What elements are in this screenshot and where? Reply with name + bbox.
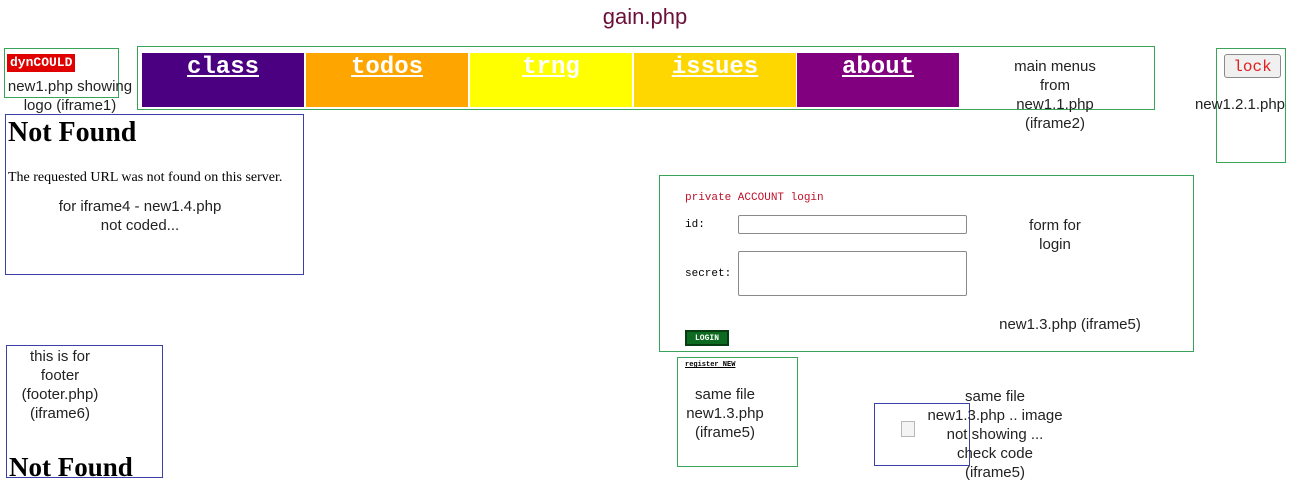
image-note-line3: not showing ... bbox=[946, 426, 1044, 443]
login-note-line1: form for bbox=[1029, 217, 1081, 234]
login-file-note: new1.3.php (iframe5) bbox=[999, 316, 1141, 333]
register-note-line3: (iframe5) bbox=[694, 424, 755, 441]
lock-button[interactable]: lock bbox=[1224, 54, 1281, 78]
notfound-message: The requested URL was not found on this … bbox=[8, 170, 283, 185]
id-input[interactable] bbox=[738, 215, 967, 234]
menu-tab-class[interactable]: class bbox=[142, 53, 304, 107]
image-note-line1: same file bbox=[964, 388, 1026, 405]
menu-tab-todos[interactable]: todos bbox=[306, 53, 468, 107]
register-link[interactable]: register NEW bbox=[685, 361, 735, 369]
logo[interactable]: dynCOULD bbox=[7, 54, 76, 72]
image-note-line2: new1.3.php .. image bbox=[927, 407, 1063, 424]
footer-notfound-heading: Not Found bbox=[9, 452, 133, 482]
menu-tab-trng[interactable]: trng bbox=[470, 53, 632, 107]
logo-note-line2: logo (iframe1) bbox=[23, 97, 117, 114]
id-label: id: bbox=[685, 219, 705, 231]
image-note-line5: (iframe5) bbox=[964, 464, 1025, 481]
menu-note-line3: new1.1.php bbox=[1016, 96, 1094, 113]
secret-label: secret: bbox=[685, 268, 732, 280]
logo-note-line1: new1.php showing bbox=[7, 78, 133, 95]
footer-note-line2: footer bbox=[40, 367, 80, 384]
login-button[interactable]: LOGIN bbox=[685, 330, 729, 346]
broken-image-icon bbox=[901, 421, 915, 437]
menu-note-line2: from bbox=[1040, 77, 1070, 94]
notfound-note-line2: not coded... bbox=[100, 217, 180, 234]
notfound-heading: Not Found bbox=[8, 117, 137, 148]
notfound-note-line1: for iframe4 - new1.4.php bbox=[58, 198, 222, 215]
register-note-line1: same file bbox=[694, 386, 756, 403]
page-title: gain.php bbox=[602, 4, 688, 29]
footer-note-line4: (iframe6) bbox=[29, 405, 90, 422]
secret-input[interactable] bbox=[738, 251, 967, 296]
login-title: private ACCOUNT login bbox=[685, 192, 824, 204]
menu-tab-about[interactable]: about bbox=[797, 53, 959, 107]
menu-note-line4: (iframe2) bbox=[1024, 115, 1085, 132]
lock-note: new1.2.1.php bbox=[1194, 96, 1286, 113]
image-note-line4: check code bbox=[957, 445, 1033, 462]
login-note-line2: login bbox=[1039, 236, 1071, 253]
footer-note-line3: (footer.php) bbox=[21, 386, 99, 403]
footer-note-line1: this is for bbox=[29, 348, 90, 365]
menu-tab-issues[interactable]: issues bbox=[634, 53, 796, 107]
register-note-line2: new1.3.php bbox=[686, 405, 764, 422]
menu-note-line1: main menus bbox=[1014, 58, 1096, 75]
